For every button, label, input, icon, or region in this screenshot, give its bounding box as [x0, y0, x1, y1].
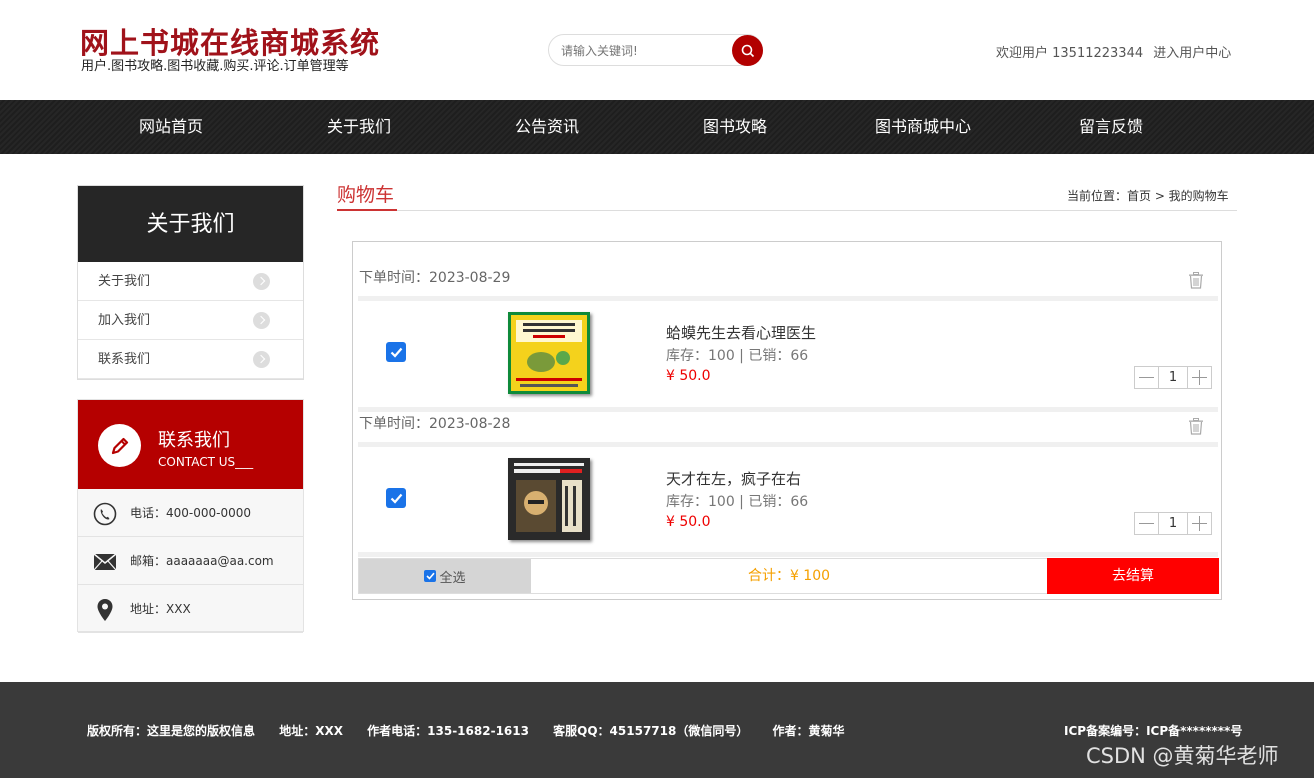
nav-item-feedback[interactable]: 留言反馈 — [1031, 100, 1191, 154]
quantity-stepper: 1 — [1134, 512, 1212, 535]
search-box — [548, 34, 763, 66]
contact-title-en: CONTACT US___ — [158, 455, 254, 469]
decrement-button[interactable] — [1135, 367, 1158, 388]
footer-icp[interactable]: ICP备案编号：ICP备********号 — [1064, 722, 1242, 739]
increment-button[interactable] — [1188, 367, 1211, 388]
search-button[interactable] — [732, 35, 763, 66]
book-title[interactable]: 蛤蟆先生去看心理医生 — [666, 322, 816, 343]
book-stock: 库存：100 | 已销：66 — [666, 494, 809, 510]
cart-total: 合计：¥ 100 — [747, 568, 831, 584]
select-all-checkbox[interactable]: 全选 — [359, 559, 531, 593]
phone-icon — [92, 502, 118, 526]
contact-email-text: 邮箱：aaaaaaa@aa.com — [130, 554, 274, 568]
nav-item-about[interactable]: 关于我们 — [279, 100, 439, 154]
check-icon — [390, 493, 402, 504]
check-icon — [424, 570, 437, 582]
order-divider — [358, 552, 1218, 557]
nav-item-news[interactable]: 公告资讯 — [467, 100, 627, 154]
sidebar-item-join[interactable]: 加入我们 — [78, 301, 303, 340]
sidebar-about-title: 关于我们 — [78, 186, 303, 262]
watermark: CSDN @黄菊华老师 — [1086, 744, 1279, 768]
contact-email: 邮箱：aaaaaaa@aa.com — [78, 537, 303, 585]
select-all-label: 全选 — [439, 570, 466, 586]
footer-phone: 作者电话：135-1682-1613 — [367, 724, 529, 738]
sidebar-about: 关于我们 关于我们 加入我们 联系我们 — [77, 185, 304, 380]
checkout-button[interactable]: 去结算 — [1047, 558, 1219, 594]
user-area: 欢迎用户 13511223344 进入用户中心 — [996, 42, 1237, 61]
decrement-button[interactable] — [1135, 513, 1158, 534]
book-price: ¥ 50.0 — [666, 368, 711, 384]
book-cover-image[interactable] — [508, 458, 590, 540]
book-title[interactable]: 天才在左，疯子在右 — [666, 468, 801, 489]
increment-button[interactable] — [1188, 513, 1211, 534]
cart-summary-bar: 全选 合计：¥ 100 去结算 — [358, 558, 1219, 594]
welcome-text: 欢迎用户 13511223344 — [996, 46, 1144, 61]
book-stock: 库存：100 | 已销：66 — [666, 348, 809, 364]
user-center-link[interactable]: 进入用户中心 — [1153, 46, 1231, 61]
title-divider — [337, 210, 1237, 211]
footer-address: 地址：XXX — [279, 724, 343, 738]
main-nav: 网站首页 关于我们 公告资讯 图书攻略 图书商城中心 留言反馈 — [0, 100, 1314, 154]
sidebar-item-label: 联系我们 — [98, 352, 151, 367]
book-cover-image[interactable] — [508, 312, 590, 394]
order-divider — [358, 442, 1218, 447]
search-input[interactable] — [561, 41, 726, 61]
title-underline — [337, 209, 397, 211]
order-divider — [358, 296, 1218, 301]
sidebar-item-label: 关于我们 — [98, 274, 151, 289]
footer-info: 版权所有：这里是您的版权信息 地址：XXX 作者电话：135-1682-1613… — [87, 722, 865, 739]
contact-address-text: 地址：XXX — [130, 602, 191, 616]
order-time: 下单时间：2023-08-28 — [359, 416, 511, 432]
order-header: 下单时间：2023-08-28 — [358, 409, 1218, 439]
search-icon — [741, 44, 754, 57]
nav-item-home[interactable]: 网站首页 — [91, 100, 251, 154]
quantity-value[interactable]: 1 — [1158, 513, 1188, 534]
nav-item-store[interactable]: 图书商城中心 — [843, 100, 1003, 154]
site-subtitle: 用户.图书攻略.图书收藏.购买.评论.订单管理等 — [81, 59, 349, 74]
sidebar-contact: 联系我们 CONTACT US___ 电话：400-000-0000 邮箱：aa… — [77, 399, 304, 633]
sidebar-item-label: 加入我们 — [98, 313, 151, 328]
sidebar-item-contact[interactable]: 联系我们 — [78, 340, 303, 379]
footer-copyright: 版权所有：这里是您的版权信息 — [87, 724, 256, 738]
location-pin-icon — [92, 598, 118, 622]
order-header: 下单时间：2023-08-29 — [358, 263, 1218, 293]
order-time: 下单时间：2023-08-29 — [359, 270, 511, 286]
sidebar-item-about[interactable]: 关于我们 — [78, 262, 303, 301]
nav-item-guides[interactable]: 图书攻略 — [655, 100, 815, 154]
chevron-right-icon — [253, 273, 270, 290]
item-checkbox[interactable] — [386, 488, 406, 508]
contact-address: 地址：XXX — [78, 585, 303, 633]
contact-header: 联系我们 CONTACT US___ — [78, 400, 303, 489]
contact-phone: 电话：400-000-0000 — [78, 489, 303, 537]
chevron-right-icon — [253, 351, 270, 368]
page-title: 购物车 — [337, 184, 395, 206]
contact-phone-text: 电话：400-000-0000 — [130, 506, 252, 520]
footer-author: 作者：黄菊华 — [772, 724, 845, 738]
contact-title: 联系我们 — [158, 430, 230, 451]
cart-panel: 下单时间：2023-08-29 蛤蟆先生去看心理医生 库存：100 | 已销：6… — [352, 241, 1222, 600]
item-checkbox[interactable] — [386, 342, 406, 362]
footer-qq: 客服QQ：45157718（微信同号） — [553, 724, 749, 738]
quantity-value[interactable]: 1 — [1158, 367, 1188, 388]
pencil-icon — [98, 424, 141, 467]
mail-icon — [92, 550, 118, 574]
site-header: 网上书城在线商城系统 用户.图书攻略.图书收藏.购买.评论.订单管理等 欢迎用户… — [0, 0, 1314, 100]
quantity-stepper: 1 — [1134, 366, 1212, 389]
check-icon — [390, 347, 402, 358]
book-price: ¥ 50.0 — [666, 514, 711, 530]
chevron-right-icon — [253, 312, 270, 329]
breadcrumb: 当前位置：首页 > 我的购物车 — [1067, 189, 1229, 203]
